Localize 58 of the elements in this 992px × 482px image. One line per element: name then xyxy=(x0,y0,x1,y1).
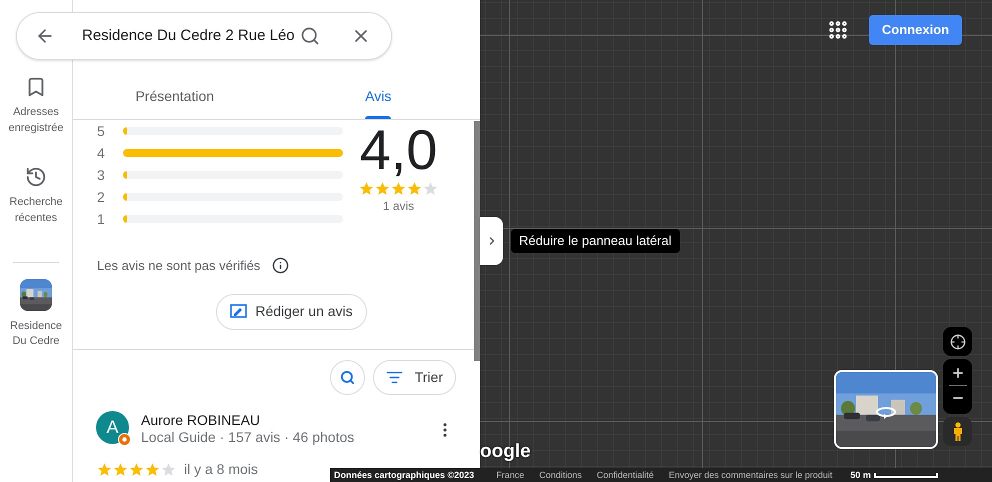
rating-score: 4,0 xyxy=(360,122,438,178)
zoom-in-icon[interactable] xyxy=(950,366,964,380)
write-review-button[interactable]: Rédiger un avis xyxy=(216,294,367,330)
tab[interactable]: Avis xyxy=(276,60,480,119)
star-icon xyxy=(113,462,128,476)
reviewer-name[interactable]: Aurore ROBINEAU xyxy=(141,410,436,428)
scrollbar[interactable] xyxy=(474,121,480,361)
tab[interactable]: Présentation xyxy=(73,60,276,119)
apps-icon[interactable] xyxy=(827,19,849,41)
scale-label: 50 m xyxy=(850,469,871,482)
star-icon xyxy=(359,181,374,196)
location-icon xyxy=(950,334,966,350)
badge-icon xyxy=(118,432,131,446)
location-button[interactable] xyxy=(943,327,972,356)
notice-text: Les avis ne sont pas vérifiés xyxy=(97,257,260,275)
rotate-icon xyxy=(875,406,897,420)
rating-level-label: 5 xyxy=(97,122,106,140)
rating-level-label: 4 xyxy=(97,144,106,162)
search-icon[interactable] xyxy=(300,26,320,46)
star-icon xyxy=(97,462,112,476)
info-icon[interactable] xyxy=(272,257,290,274)
star-icon xyxy=(145,462,160,476)
avatar[interactable]: A xyxy=(96,410,129,444)
scale-bar xyxy=(874,472,938,478)
star-icon xyxy=(375,181,390,196)
star-icon xyxy=(423,181,438,196)
review-time: il y a 8 mois xyxy=(184,460,258,479)
search-reviews-button[interactable] xyxy=(330,360,365,394)
person-icon xyxy=(952,422,962,441)
logo-text: oogle xyxy=(480,440,531,464)
star-icon xyxy=(161,462,176,476)
rail-label[interactable]: Adresses enregistrée xyxy=(1,104,71,136)
reviewer-meta: Local Guide · 157 avis · 46 photos xyxy=(141,428,356,446)
star-icon xyxy=(391,181,406,196)
pegman-button[interactable] xyxy=(943,417,972,446)
footer-link[interactable]: Confidentialité xyxy=(596,468,654,482)
history-icon[interactable] xyxy=(25,166,47,188)
footer-link[interactable]: Envoyer des commentaires sur le produit xyxy=(668,468,832,482)
login-button[interactable]: Connexion xyxy=(869,15,962,45)
sort-button[interactable]: Trier xyxy=(372,360,456,394)
star-icon xyxy=(407,181,422,196)
collapse-panel-button[interactable] xyxy=(480,217,503,265)
search-icon xyxy=(340,370,355,384)
rating-level-label: 2 xyxy=(97,188,106,206)
footer-link[interactable]: Conditions xyxy=(539,468,582,482)
tooltip: Réduire le panneau latéral xyxy=(511,229,680,253)
review-count[interactable]: 1 avis xyxy=(382,197,414,215)
star-icon xyxy=(129,462,144,476)
rating-level-label: 3 xyxy=(97,166,106,184)
place-thumbnail[interactable] xyxy=(20,279,52,311)
edit-image-icon xyxy=(230,304,248,319)
rail-label[interactable]: Recherche récentes xyxy=(1,194,71,226)
map-data-text: Données cartographiques ©2023 xyxy=(334,469,474,482)
search-text: Residence Du Cedre 2 Rue Léo xyxy=(82,26,292,46)
rail-label[interactable]: Residence Du Cedre xyxy=(6,319,66,349)
rating-level-label: 1 xyxy=(97,210,106,228)
search-field[interactable]: Residence Du Cedre 2 Rue Léo xyxy=(16,12,392,60)
footer-link[interactable]: France xyxy=(496,468,524,482)
